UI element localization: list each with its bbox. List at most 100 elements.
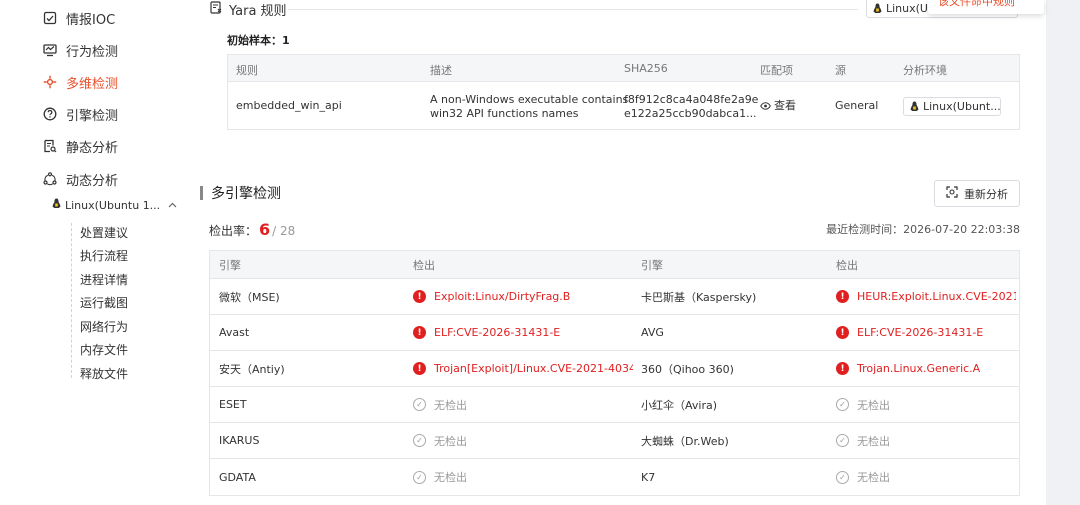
sub-item-dropped[interactable]: 释放文件 — [80, 365, 128, 381]
reanalyze-button[interactable]: 重新分析 — [934, 180, 1020, 207]
env-tag-label: Linux(Ubunt... — [923, 100, 1001, 113]
result-text: 无检出 — [857, 471, 890, 484]
engine-name: 微软（MSE) — [219, 279, 404, 314]
nav-label: 引擎检测 — [66, 108, 119, 124]
nav-item-multi-dimension[interactable]: 多维检测 — [42, 71, 118, 93]
no-detection-result: ✓ 无检出 — [836, 387, 1016, 422]
yara-desc-line2: win32 API functions names — [430, 107, 579, 120]
tree-line — [71, 223, 72, 378]
check-circle-icon: ✓ — [413, 398, 426, 411]
header-match: 匹配项 — [760, 64, 793, 77]
engine-name: GDATA — [219, 459, 404, 495]
yara-table-header: 规则 描述 SHA256 匹配项 源 分析环境 — [228, 55, 1019, 82]
detection-result: ! ELF:CVE-2026-31431-E — [836, 315, 1016, 350]
nav-item-static[interactable]: 静态分析 — [42, 135, 118, 157]
divider — [288, 9, 858, 10]
engine-name-text: 360（Qihoo 360) — [641, 362, 734, 376]
table-row: 微软（MSE)! Exploit:Linux/DirtyFrag.B 卡巴斯基（Ka… — [210, 279, 1019, 315]
engine-name-text: 大蜘蛛（Dr.Web) — [641, 434, 729, 448]
last-detection-time: 最近检测时间：2026-07-20 22:03:38 — [826, 223, 1020, 236]
result-text: ELF:CVE-2026-31431-E — [857, 326, 984, 339]
rate-number: 6 — [259, 220, 271, 239]
main-panel: Yara 规则 Linux(Ub 该文件命中规则 初始样本：1 规则 描述 SH… — [180, 0, 1046, 505]
detection-result: ! ELF:CVE-2026-31431-E — [413, 315, 633, 350]
detection-result: ! Trojan.Linux.Generic.A — [836, 351, 1016, 386]
result-text: Trojan[Exploit]/Linux.CVE-2021-4034 — [434, 362, 633, 375]
linux-icon — [910, 101, 919, 111]
nav-label: 动态分析 — [66, 173, 119, 189]
check-circle-icon: ✓ — [413, 434, 426, 447]
sub-item-process[interactable]: 进程详情 — [80, 271, 128, 287]
result-text: 无检出 — [434, 434, 467, 448]
check-circle-icon: ✓ — [836, 398, 849, 411]
yara-title: Yara 规则 — [229, 3, 287, 19]
alert-icon: ! — [413, 326, 426, 339]
header-source: 源 — [835, 64, 846, 77]
sub-item-screenshot[interactable]: 运行截图 — [80, 294, 128, 310]
yara-section-title: Yara 规则 — [210, 0, 287, 19]
detection-rate: 检出率： 6 / 28 — [209, 220, 295, 239]
monitor-icon — [42, 42, 58, 58]
dynamic-env-label: Linux(Ubuntu 1... — [65, 198, 161, 212]
rate-label: 检出率： — [209, 224, 258, 238]
nav-item-intel-ioc[interactable]: 情报IOC — [42, 7, 115, 29]
alert-icon: ! — [836, 290, 849, 303]
engine-name: IKARUS — [219, 423, 404, 458]
result-text: 无检出 — [434, 398, 467, 412]
detection-result: ! Exploit:Linux/DirtyFrag.B — [413, 279, 633, 314]
engine-name-text: 小红伞（Avira) — [641, 398, 718, 412]
env-tag[interactable]: Linux(Ubunt... — [903, 97, 1001, 116]
table-row: IKARUS ✓ 无检出 大蜘蛛（Dr.Web) ✓ 无检出 — [210, 423, 1019, 459]
table-row: Avast! ELF:CVE-2026-31431-E AVG! ELF:CVE-20… — [210, 315, 1019, 351]
result-text: 无检出 — [857, 398, 890, 412]
view-match-button[interactable]: 查看 — [760, 99, 796, 113]
engine-name-text: GDATA — [219, 470, 256, 484]
title-bar — [200, 186, 203, 200]
engine-name: AVG — [641, 315, 826, 350]
sub-item-network[interactable]: 网络行为 — [80, 318, 128, 334]
engine-name-text: ESET — [219, 398, 247, 411]
result-text: Trojan.Linux.Generic.A — [857, 362, 981, 375]
engine-table-header: 引擎 检出 引擎 检出 — [210, 251, 1019, 279]
yara-source: General — [835, 99, 879, 112]
engine-name-text: 卡巴斯基（Kaspersky) — [641, 290, 757, 304]
header-desc: 描述 — [430, 64, 452, 77]
result-text: Exploit:Linux/DirtyFrag.B — [434, 290, 571, 303]
initial-sample-label: 初始样本：1 — [227, 34, 290, 47]
nav-label: 静态分析 — [66, 140, 119, 156]
alert-icon: ! — [413, 290, 426, 303]
sidebar: 情报IOC 行为检测 多维检测 引擎检测 静态分析 动态分析 Linux(Ubu… — [0, 0, 180, 505]
view-match-label: 查看 — [774, 99, 796, 112]
cycle-icon — [42, 171, 58, 187]
linux-icon — [52, 198, 61, 212]
document-search-icon — [42, 138, 58, 154]
engine-name-text: IKARUS — [219, 434, 260, 447]
nav-label: 多维检测 — [66, 76, 119, 92]
engine-name-text: K7 — [641, 470, 656, 484]
engine-name: 小红伞（Avira) — [641, 387, 826, 422]
header-env: 分析环境 — [903, 64, 947, 77]
header-result-1: 检出 — [413, 258, 435, 272]
sub-item-advice[interactable]: 处置建议 — [80, 224, 128, 240]
sub-item-memory[interactable]: 内存文件 — [80, 341, 128, 357]
engine-name-text: Avast — [219, 326, 250, 339]
header-sha256: SHA256 — [624, 62, 668, 75]
tooltip: 该文件命中规则 — [928, 0, 1044, 14]
dynamic-env-toggle[interactable]: Linux(Ubuntu 1... — [52, 196, 177, 214]
engine-name-text: 微软（MSE) — [219, 290, 280, 304]
engine-name: ESET — [219, 387, 404, 422]
result-text: 无检出 — [857, 434, 890, 448]
header-rule: 规则 — [236, 64, 258, 77]
nav-label: 行为检测 — [66, 44, 119, 60]
nav-item-engine[interactable]: 引擎检测 — [42, 103, 118, 125]
nav-item-dynamic[interactable]: 动态分析 — [42, 168, 118, 190]
engine-name: K7 — [641, 459, 826, 495]
sub-item-flow[interactable]: 执行流程 — [80, 247, 128, 263]
check-circle-icon: ✓ — [413, 470, 426, 484]
nav-item-behavior[interactable]: 行为检测 — [42, 39, 118, 61]
header-engine-1: 引擎 — [219, 258, 241, 272]
nav-label: 情报IOC — [66, 12, 116, 28]
check-circle-icon: ✓ — [836, 470, 849, 484]
engine-name: 大蜘蛛（Dr.Web) — [641, 423, 826, 458]
header-result-2: 检出 — [836, 258, 858, 272]
